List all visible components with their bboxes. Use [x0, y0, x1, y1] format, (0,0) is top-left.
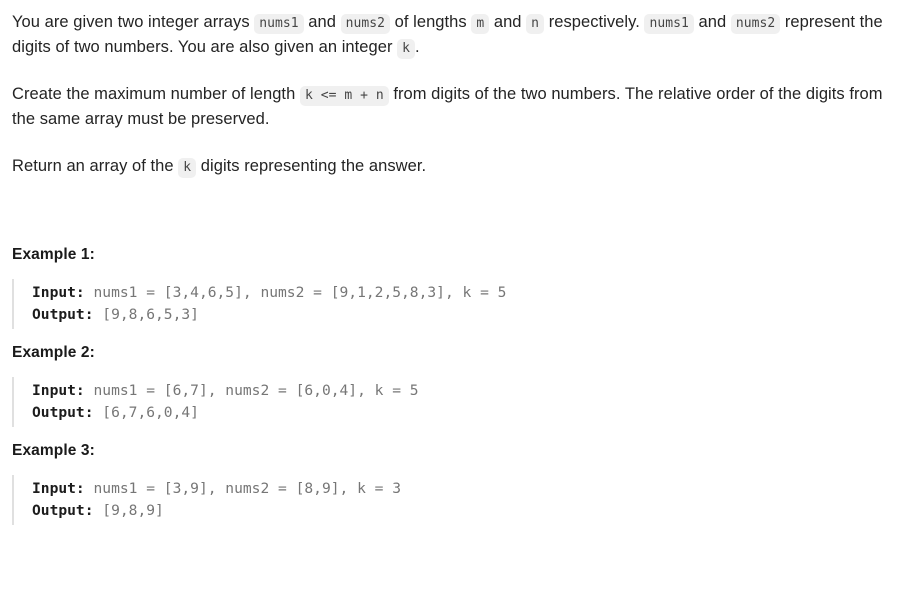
description-paragraph-2: Create the maximum number of length k <=… — [12, 82, 894, 132]
inline-code-chip: n — [526, 14, 545, 34]
paragraph-text: Return an array of the — [12, 157, 179, 175]
paragraph-text: Create the maximum number of length — [12, 85, 300, 103]
example-2-code: Input: nums1 = [6,7], nums2 = [6,0,4], k… — [12, 377, 894, 427]
example-2-title: Example 2: — [12, 344, 95, 361]
inline-code-chip: k — [397, 39, 416, 59]
problem-description-panel: You are given two integer arrays nums1 a… — [0, 0, 906, 525]
example-1-output-value: [9,8,6,5,3] — [93, 306, 199, 323]
example-title-spacer — [12, 363, 894, 377]
example-3-title: Example 3: — [12, 442, 95, 459]
paragraph-text: digits representing the answer. — [196, 157, 427, 175]
example-2-output-label: Output: — [32, 404, 94, 421]
example-3-code: Input: nums1 = [3,9], nums2 = [8,9], k =… — [12, 475, 894, 525]
inline-code-chip: nums2 — [340, 14, 390, 34]
example-block-2: Example 2: Input: nums1 = [6,7], nums2 =… — [12, 343, 894, 427]
example-block-1: Example 1: Input: nums1 = [3,4,6,5], num… — [12, 245, 894, 329]
inline-code-chip: nums2 — [730, 14, 781, 34]
example-gap-1 — [12, 329, 894, 343]
paragraph-text: of lengths — [390, 13, 472, 31]
inline-code-chip: nums1 — [644, 14, 694, 34]
inline-code-chip: nums1 — [254, 14, 304, 34]
paragraph-text: . — [415, 38, 420, 56]
example-1-title: Example 1: — [12, 246, 95, 263]
example-1-code: Input: nums1 = [3,4,6,5], nums2 = [9,1,2… — [12, 279, 894, 329]
inline-code-chip: m — [471, 14, 490, 34]
paragraph-text: You are given two integer arrays — [12, 13, 255, 31]
example-1-output-label: Output: — [32, 306, 94, 323]
description-paragraph-3: Return an array of the k digits represen… — [12, 154, 894, 179]
example-3-input-label: Input: — [32, 480, 85, 497]
example-3-output-value: [9,8,9] — [93, 502, 164, 519]
inline-code-chip: k <= m + n — [299, 86, 389, 106]
example-1-input-value: nums1 = [3,4,6,5], nums2 = [9,1,2,5,8,3]… — [84, 284, 507, 301]
example-title-spacer — [12, 265, 894, 279]
paragraph-text: and — [489, 13, 527, 31]
description-paragraph-1: You are given two integer arrays nums1 a… — [12, 10, 894, 60]
example-block-3: Example 3: Input: nums1 = [3,9], nums2 =… — [12, 441, 894, 525]
paragraph-text: respectively. — [544, 13, 645, 31]
example-title-spacer — [12, 461, 894, 475]
paragraph-text: and — [303, 13, 341, 31]
example-2-input-label: Input: — [32, 382, 85, 399]
paragraph-text: and — [693, 13, 731, 31]
example-3-output-label: Output: — [32, 502, 94, 519]
example-1-input-label: Input: — [32, 284, 85, 301]
example-2-output-value: [6,7,6,0,4] — [93, 404, 199, 421]
example-2-input-value: nums1 = [6,7], nums2 = [6,0,4], k = 5 — [84, 382, 419, 399]
example-gap-2 — [12, 427, 894, 441]
inline-code-chip: k — [178, 158, 197, 178]
example-3-input-value: nums1 = [3,9], nums2 = [8,9], k = 3 — [84, 480, 402, 497]
